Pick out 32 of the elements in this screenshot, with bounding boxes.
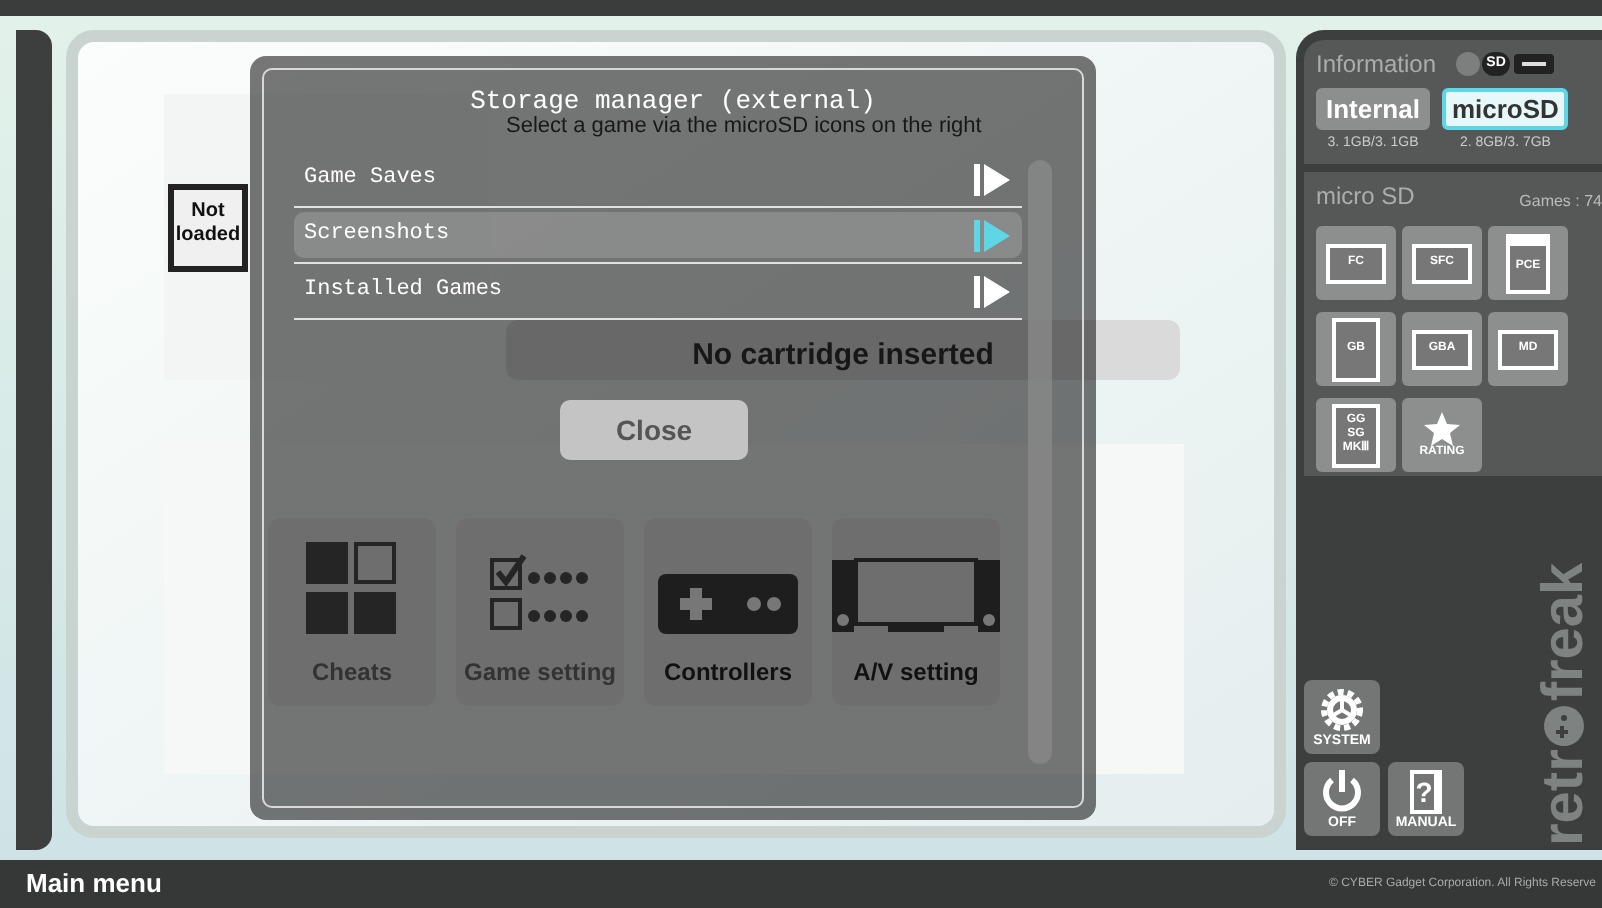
cartridge-icon (1514, 54, 1555, 74)
gamepad-logo-icon (1542, 703, 1586, 748)
games-count: Games : 74 (1519, 190, 1602, 214)
storage-toggle[interactable]: microSD (1441, 88, 1569, 130)
grid-icon (306, 542, 398, 634)
gear-icon (1320, 687, 1364, 731)
hint-text: Select a game via the microSD icons on the right (506, 114, 984, 140)
cartridge-status-bar: No cartridge inserted (506, 320, 1180, 380)
menu-tile[interactable]: Controllers (644, 518, 812, 706)
play-arrow-icon (974, 163, 1010, 195)
logo-text: freak (1535, 562, 1593, 702)
close-button[interactable]: Close (560, 400, 748, 460)
tv-speakers-icon (832, 558, 1000, 634)
checklist-icon (490, 554, 590, 634)
power-icon (1320, 769, 1364, 813)
logo-text: retr (1535, 749, 1593, 846)
play-arrow-icon (974, 219, 1010, 251)
storage-list-item[interactable]: Game Saves (294, 156, 1022, 202)
gamepad-icon (658, 574, 798, 634)
screen-title: Main menu (26, 866, 162, 903)
scrollbar[interactable] (1028, 160, 1052, 764)
information-title: Information (1316, 48, 1437, 82)
storage-list-item[interactable]: Screenshots (294, 212, 1022, 258)
star-icon (1424, 411, 1460, 445)
book-icon: ? (1410, 769, 1442, 813)
dialog-title: Storage manager (external) (468, 84, 878, 116)
storage-toggle[interactable]: Internal (1316, 88, 1430, 130)
not-loaded-label: Not loaded (168, 184, 248, 272)
storage-list-item[interactable]: Installed Games (294, 268, 1022, 314)
menu-tile[interactable]: A/V setting (832, 518, 1000, 706)
microsd-title: micro SD (1316, 180, 1415, 214)
play-arrow-icon (974, 275, 1010, 307)
